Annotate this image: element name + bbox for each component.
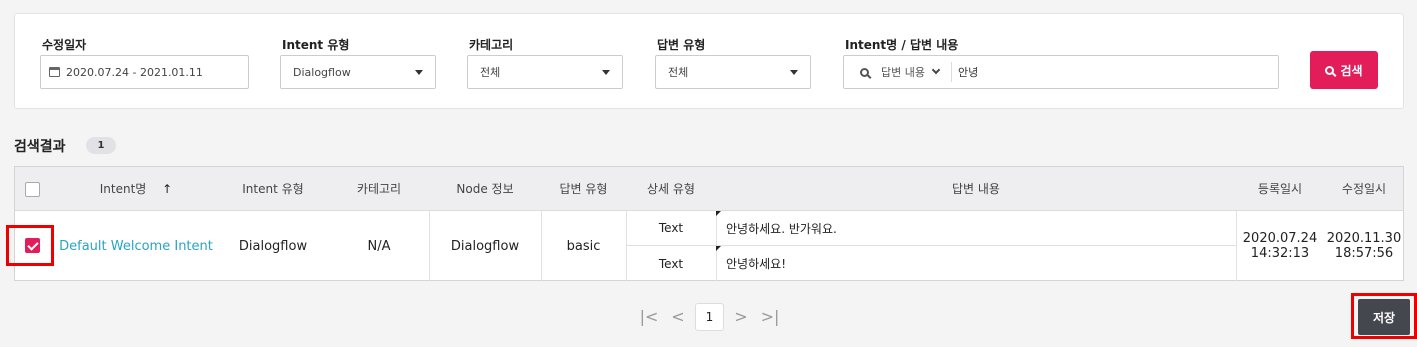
table-header: Intent명 ↑ Intent 유형 카테고리 Node 정보 답변 유형 상… xyxy=(15,167,1403,211)
answer-type-select[interactable]: 전체 xyxy=(655,55,811,89)
edit-marker-icon xyxy=(716,246,721,251)
answer-type-cell: basic xyxy=(566,238,601,254)
answer-content-cell[interactable]: 안녕하세요! xyxy=(726,246,1226,281)
category-cell: N/A xyxy=(367,238,391,254)
search-target-value: 답변 내용 xyxy=(881,66,925,79)
registered-date: 2020.07.24 xyxy=(1242,231,1318,246)
last-page-button[interactable]: >| xyxy=(758,303,782,331)
search-target-select[interactable]: 답변 내용 xyxy=(844,62,952,82)
column-header-modified: 수정일시 xyxy=(1341,182,1387,196)
chevron-down-icon xyxy=(931,65,941,75)
date-range-value: 2020.07.24 - 2021.01.11 xyxy=(66,65,203,79)
sort-asc-icon: ↑ xyxy=(162,182,173,196)
node-info-cell: Dialogflow xyxy=(450,238,520,254)
search-icon xyxy=(860,67,869,77)
current-page-button[interactable]: 1 xyxy=(695,303,724,331)
prev-page-button[interactable]: < xyxy=(668,303,688,331)
search-field: 답변 내용 안녕 xyxy=(843,55,1279,89)
category-label: 카테고리 xyxy=(469,38,514,52)
category-value: 전체 xyxy=(480,66,501,79)
modified-datetime-cell: 2020.11.30 18:57:56 xyxy=(1324,211,1404,281)
detail-type-cell: Text xyxy=(658,221,684,235)
caret-down-icon xyxy=(415,70,423,75)
search-input[interactable]: 안녕 xyxy=(952,64,978,80)
caret-down-icon xyxy=(602,70,610,75)
column-header-registered: 등록일시 xyxy=(1257,182,1303,196)
results-count-badge: 1 xyxy=(86,137,116,154)
next-page-button[interactable]: > xyxy=(731,303,751,331)
detail-type-cell: Text xyxy=(658,256,684,271)
date-range-input[interactable]: 2020.07.24 - 2021.01.11 xyxy=(40,55,249,89)
answer-content-cell[interactable]: 안녕하세요. 반가워요. xyxy=(726,211,1226,245)
category-select[interactable]: 전체 xyxy=(467,55,623,89)
select-all-checkbox[interactable] xyxy=(25,182,40,197)
results-title: 검색결과 xyxy=(14,139,66,155)
registered-datetime-cell: 2020.07.24 14:32:13 xyxy=(1236,211,1324,281)
filter-panel: 수정일자 2020.07.24 - 2021.01.11 Intent 유형 D… xyxy=(14,13,1404,109)
column-header-answer-content: 답변 내용 xyxy=(952,182,1000,196)
results-table: Intent명 ↑ Intent 유형 카테고리 Node 정보 답변 유형 상… xyxy=(14,166,1404,281)
highlight-box xyxy=(6,225,54,266)
intent-type-value: Dialogflow xyxy=(293,65,351,79)
column-header-intent-type: Intent 유형 xyxy=(242,182,304,196)
caret-down-icon xyxy=(790,70,798,75)
column-header-answer-type: 답변 유형 xyxy=(559,182,608,196)
intent-type-select[interactable]: Dialogflow xyxy=(280,55,436,89)
answer-type-label: 답변 유형 xyxy=(657,38,706,52)
modified-date: 2020.11.30 xyxy=(1326,231,1402,246)
search-button-label: 검색 xyxy=(1340,63,1363,78)
intent-name-link[interactable]: Default Welcome Intent xyxy=(55,211,217,281)
search-label: Intent명 / 답변 내용 xyxy=(845,38,959,52)
column-header-detail-type: 상세 유형 xyxy=(647,182,695,196)
intent-type-label: Intent 유형 xyxy=(282,38,350,52)
column-header-intent-name[interactable]: Intent명 ↑ xyxy=(55,167,217,211)
first-page-button[interactable]: |< xyxy=(638,303,660,331)
answer-type-value: 전체 xyxy=(668,66,689,79)
date-label: 수정일자 xyxy=(42,38,87,52)
calendar-icon xyxy=(49,67,60,77)
search-button[interactable]: 검색 xyxy=(1310,51,1378,89)
edit-marker-icon xyxy=(716,211,721,216)
modified-time: 18:57:56 xyxy=(1334,246,1394,261)
search-icon xyxy=(1325,65,1335,75)
registered-time: 14:32:13 xyxy=(1250,246,1310,261)
highlight-box xyxy=(1351,293,1417,339)
column-header-node-info: Node 정보 xyxy=(456,182,514,196)
intent-type-cell: Dialogflow xyxy=(238,238,308,254)
column-header-category: 카테고리 xyxy=(356,182,402,196)
